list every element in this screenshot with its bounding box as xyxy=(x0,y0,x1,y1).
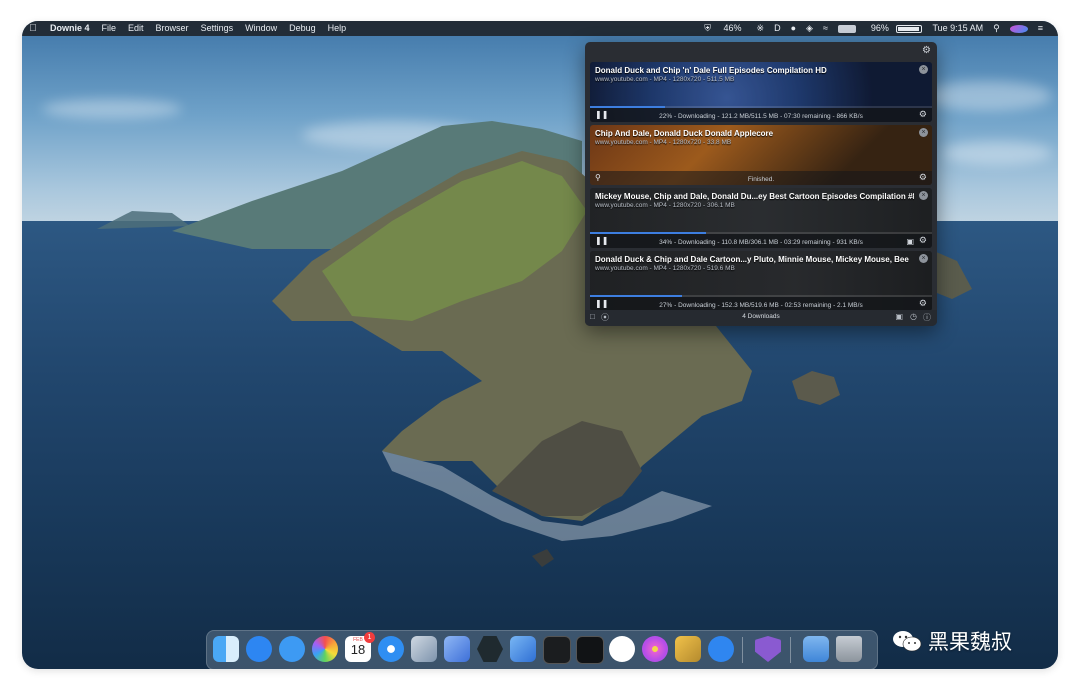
remove-download-close-icon[interactable]: × xyxy=(919,65,928,74)
downie-progress-text: 46% xyxy=(723,23,742,33)
menu-bar-status: ⛨ 46% ※ D ● ◈ ≈ 96% Tue 9:15 AM ⚲ ≡ xyxy=(694,21,1048,36)
battery-percent: 96% xyxy=(870,23,889,33)
delivery-truck-icon[interactable] xyxy=(675,636,701,662)
history-icon[interactable]: ◷ xyxy=(910,312,917,321)
terminal-icon[interactable] xyxy=(576,636,604,664)
photos-icon[interactable] xyxy=(312,636,338,662)
app-store-icon[interactable] xyxy=(246,636,272,662)
download-item[interactable]: Donald Duck & Chip and Dale Cartoon...y … xyxy=(590,251,932,311)
d-menu-icon[interactable]: D xyxy=(769,21,786,36)
droplet-icon[interactable]: ◈ xyxy=(801,21,818,36)
download-subtitle: www.youtube.com - MP4 - 1280x720 - 519.6… xyxy=(595,265,735,272)
downie-shield-dock-icon[interactable] xyxy=(755,636,781,662)
downie-shield-icon: ⛨ xyxy=(704,23,712,33)
location-pin-icon[interactable] xyxy=(708,636,734,662)
slack-icon[interactable] xyxy=(609,636,635,662)
apple-icon[interactable]:  xyxy=(22,21,44,36)
wifi-icon[interactable]: ≈ xyxy=(818,21,833,36)
item-gear-icon[interactable]: ⚙ xyxy=(919,298,927,309)
download-footer: ❚❚ 34% - Downloading - 110.8 MB/306.1 MB… xyxy=(590,234,932,248)
menu-settings[interactable]: Settings xyxy=(195,21,240,36)
siri-icon[interactable] xyxy=(1005,21,1033,36)
watermark-text: 黑果魏叔 xyxy=(928,630,1012,654)
dock-separator xyxy=(790,637,791,663)
downie-panel: ⚙ Donald Duck and Chip 'n' Dale Full Epi… xyxy=(585,42,937,326)
item-gear-icon[interactable]: ⚙ xyxy=(919,235,927,246)
download-item[interactable]: Chip And Dale, Donald Duck Donald Applec… xyxy=(590,125,932,185)
bluetooth-icon[interactable]: ※ xyxy=(752,21,770,36)
quicktime-icon[interactable] xyxy=(444,636,470,662)
safari-icon[interactable] xyxy=(378,636,404,662)
calendar-day: 18 xyxy=(350,642,366,657)
battery-status[interactable]: 96% xyxy=(861,21,928,36)
download-title: Donald Duck & Chip and Dale Cartoon...y … xyxy=(595,255,909,264)
menu-debug[interactable]: Debug xyxy=(283,21,322,36)
menu-bar:  Downie 4 File Edit Browser Settings Wi… xyxy=(22,21,1058,36)
download-item[interactable]: Mickey Mouse, Chip and Dale, Donald Du..… xyxy=(590,188,932,248)
item-gear-icon[interactable]: ⚙ xyxy=(919,172,927,183)
download-status: 27% - Downloading - 152.3 MB/519.6 MB - … xyxy=(659,302,863,309)
subtitles-icon[interactable]: ▣ xyxy=(906,237,914,246)
spotlight-icon[interactable]: ⚲ xyxy=(988,21,1005,36)
download-subtitle: www.youtube.com - MP4 - 1280x720 - 306.1… xyxy=(595,202,735,209)
panel-header: ⚙ xyxy=(585,42,937,60)
download-status: 34% - Downloading - 110.8 MB/306.1 MB - … xyxy=(659,239,863,246)
preview-icon[interactable] xyxy=(411,636,437,662)
wechat-logo-icon xyxy=(893,631,922,652)
dock: FEB 18 1 xyxy=(206,630,878,669)
menu-app-name[interactable]: Downie 4 xyxy=(44,21,96,36)
remove-download-close-icon[interactable]: × xyxy=(919,191,928,200)
downloads-count: 4 Downloads xyxy=(742,313,780,320)
messages-icon[interactable] xyxy=(279,636,305,662)
drop-icon[interactable]: ● xyxy=(786,21,801,36)
trash-icon[interactable] xyxy=(836,636,862,662)
download-footer: ⚲ Finished. ⚙ xyxy=(590,171,932,185)
downie-app-icon[interactable] xyxy=(477,636,503,662)
panel-settings-gear-icon[interactable]: ⚙ xyxy=(922,45,931,56)
downie-status-item[interactable]: ⛨ 46% xyxy=(694,21,751,36)
downloads-folder-icon[interactable] xyxy=(803,636,829,662)
item-gear-icon[interactable]: ⚙ xyxy=(919,109,927,120)
menu-browser[interactable]: Browser xyxy=(150,21,195,36)
download-item[interactable]: Donald Duck and Chip 'n' Dale Full Episo… xyxy=(590,62,932,122)
menu-file[interactable]: File xyxy=(96,21,123,36)
remove-download-close-icon[interactable]: × xyxy=(919,254,928,263)
help-icon[interactable]: ⓘ xyxy=(923,312,931,323)
menu-window[interactable]: Window xyxy=(239,21,283,36)
battery-icon xyxy=(896,24,923,33)
download-subtitle: www.youtube.com - MP4 - 1280x720 - 33.8 … xyxy=(595,139,732,146)
remove-download-close-icon[interactable]: × xyxy=(919,128,928,137)
flag-icon[interactable] xyxy=(833,21,861,36)
flower-app-icon[interactable] xyxy=(642,636,668,662)
download-title: Mickey Mouse, Chip and Dale, Donald Du..… xyxy=(595,192,914,201)
control-center-icon[interactable]: ≡ xyxy=(1033,21,1048,36)
xcode-icon[interactable] xyxy=(510,636,536,662)
download-title: Chip And Dale, Donald Duck Donald Applec… xyxy=(595,129,774,138)
activity-monitor-icon[interactable] xyxy=(543,636,571,664)
download-footer: ❚❚ 27% - Downloading - 152.3 MB/519.6 MB… xyxy=(590,297,932,311)
download-subtitle: www.youtube.com - MP4 - 1280x720 - 511.5… xyxy=(595,76,735,83)
download-footer: ❚❚ 22% - Downloading - 121.2 MB/511.5 MB… xyxy=(590,108,932,122)
download-status: Finished. xyxy=(747,176,775,183)
watermark: 黑果魏叔 xyxy=(892,628,1012,654)
finder-icon[interactable] xyxy=(213,636,239,662)
calendar-badge: 1 xyxy=(364,632,375,643)
menu-help[interactable]: Help xyxy=(322,21,353,36)
panel-footer: □ ⦿ 4 Downloads ▣ ◷ ⓘ xyxy=(585,310,937,326)
media-library-icon[interactable]: ▣ xyxy=(895,312,903,321)
calendar-icon[interactable]: FEB 18 1 xyxy=(345,632,375,662)
download-status: 22% - Downloading - 121.2 MB/511.5 MB - … xyxy=(659,113,863,120)
desktop-frame:  Downie 4 File Edit Browser Settings Wi… xyxy=(22,21,1058,669)
clock[interactable]: Tue 9:15 AM xyxy=(927,21,988,36)
download-title: Donald Duck and Chip 'n' Dale Full Episo… xyxy=(595,66,827,75)
dock-separator xyxy=(742,637,743,663)
menu-edit[interactable]: Edit xyxy=(122,21,150,36)
